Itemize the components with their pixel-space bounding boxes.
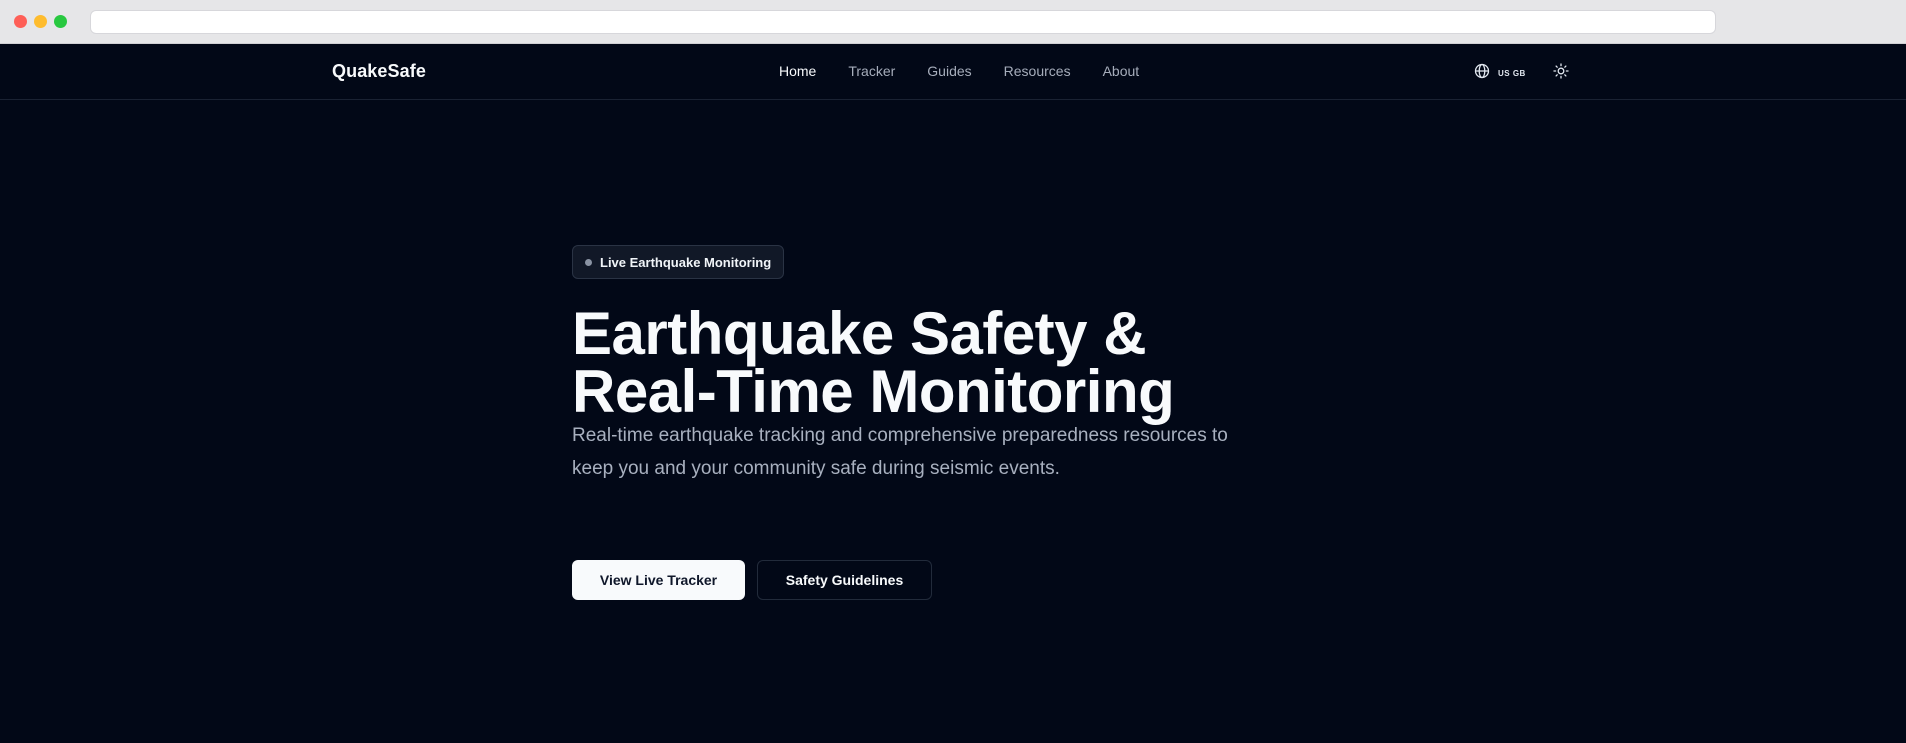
live-monitoring-badge: Live Earthquake Monitoring <box>572 245 785 279</box>
headline-line-1: Earthquake Safety & <box>572 300 1147 367</box>
hero-subtitle: Real-time earthquake tracking and compre… <box>572 419 1272 485</box>
globe-icon <box>1474 63 1490 84</box>
subtitle-line-1: Real-time earthquake tracking and compre… <box>572 425 1228 446</box>
top-navbar: QuakeSafe Home Tracker Guides Resources … <box>0 44 1906 100</box>
close-window-button[interactable] <box>14 15 27 28</box>
nav-link-tracker[interactable]: Tracker <box>848 63 895 79</box>
main-nav: Home Tracker Guides Resources About <box>779 63 1171 79</box>
address-bar[interactable] <box>90 10 1716 34</box>
sun-icon <box>1553 63 1569 83</box>
safety-guidelines-button[interactable]: Safety Guidelines <box>757 560 932 600</box>
maximize-window-button[interactable] <box>54 15 67 28</box>
browser-window: QuakeSafe Home Tracker Guides Resources … <box>0 0 1906 743</box>
browser-chrome <box>0 0 1906 44</box>
nav-link-about[interactable]: About <box>1103 63 1140 79</box>
brand-logo[interactable]: QuakeSafe <box>332 61 426 82</box>
nav-link-home[interactable]: Home <box>779 63 816 79</box>
nav-link-resources[interactable]: Resources <box>1004 63 1071 79</box>
badge-label: Live Earthquake Monitoring <box>600 254 772 270</box>
nav-link-guides[interactable]: Guides <box>927 63 971 79</box>
theme-toggle-button[interactable] <box>1553 63 1569 84</box>
status-dot-icon <box>585 258 592 266</box>
hero-headline: Earthquake Safety & Real-Time Monitoring <box>572 300 1332 425</box>
headline-line-2: Real-Time Monitoring <box>572 358 1175 425</box>
language-codes: US GB <box>1498 69 1526 78</box>
page: QuakeSafe Home Tracker Guides Resources … <box>0 44 1906 743</box>
subtitle-line-2: keep you and your community safe during … <box>572 458 1060 479</box>
minimize-window-button[interactable] <box>34 15 47 28</box>
language-selector[interactable]: US GB <box>1474 63 1526 84</box>
view-live-tracker-button[interactable]: View Live Tracker <box>572 560 745 600</box>
